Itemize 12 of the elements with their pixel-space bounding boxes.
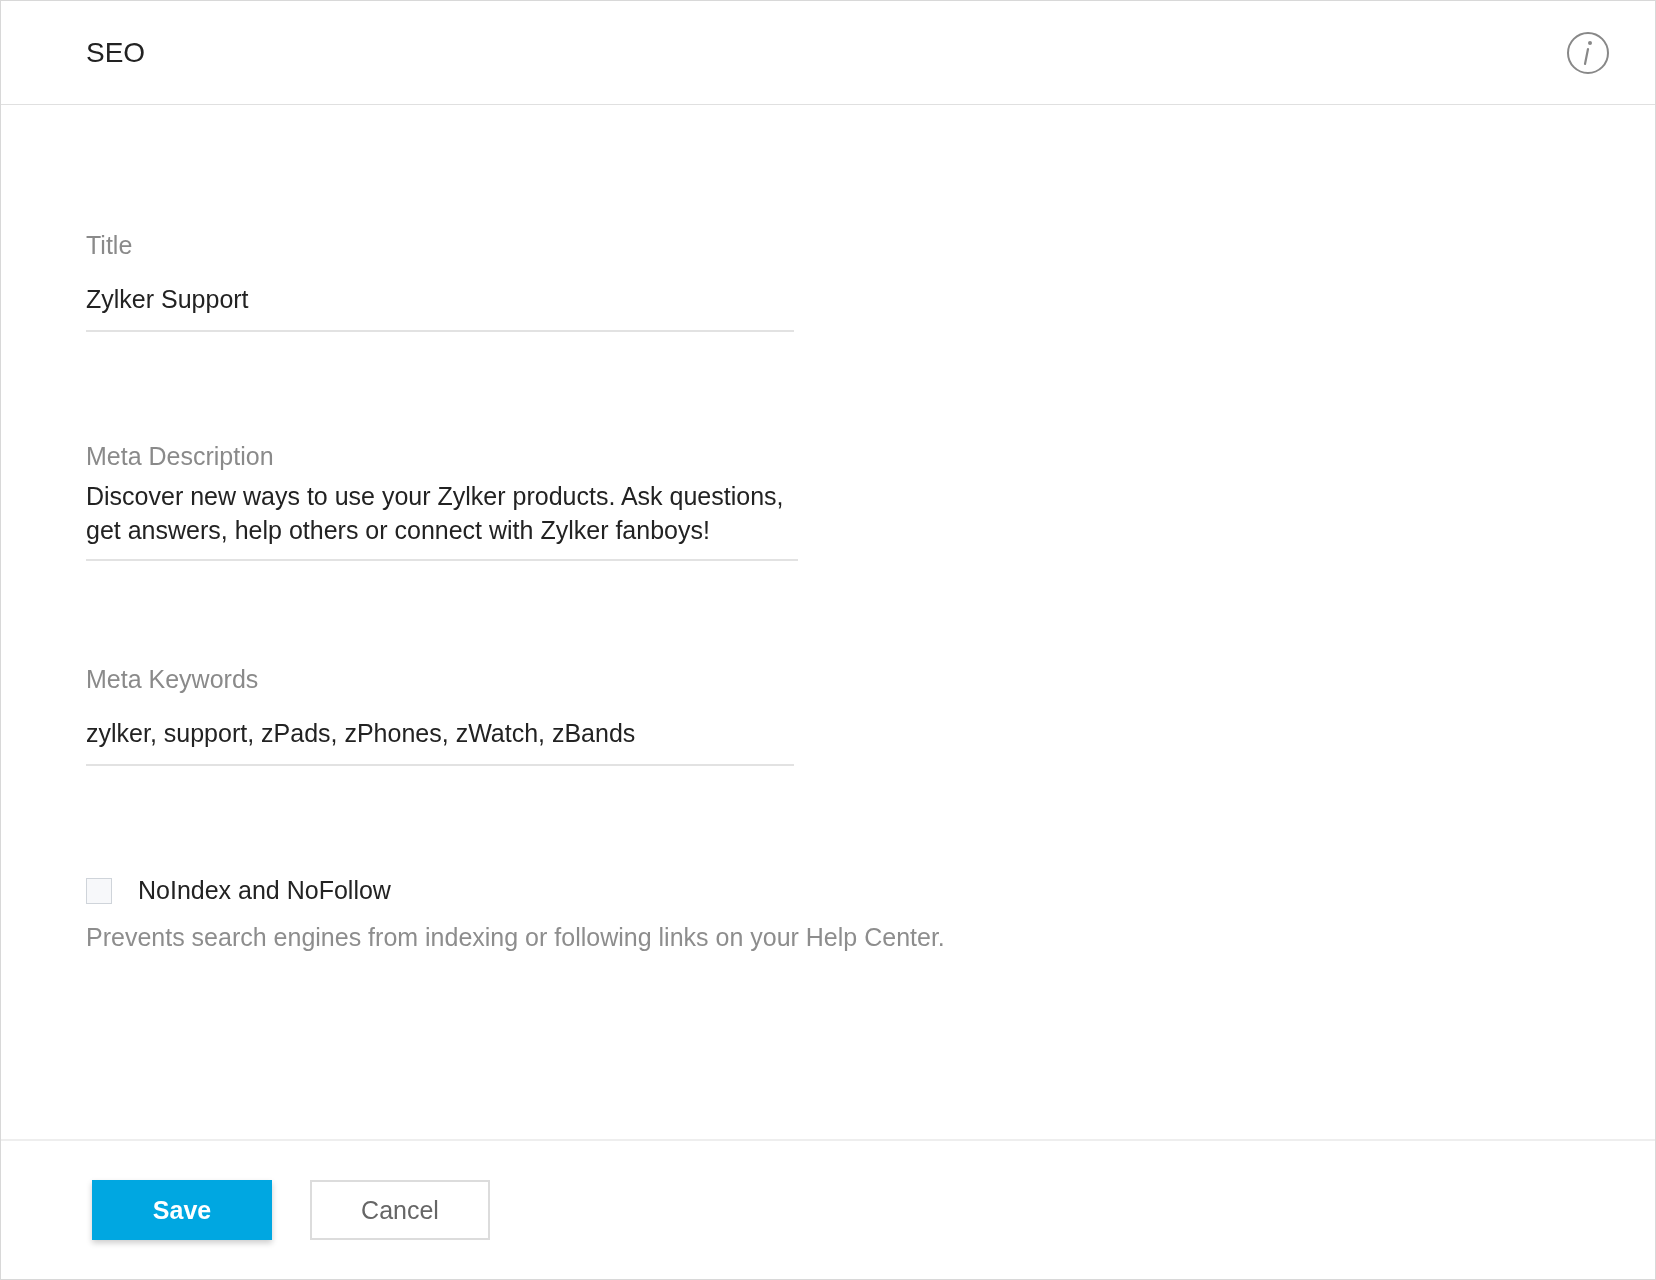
checkbox[interactable]	[86, 877, 112, 904]
field-label: Title	[86, 231, 133, 260]
cancel-button[interactable]: Cancel	[310, 1180, 490, 1240]
page-title: SEO	[86, 36, 146, 69]
field-label: Meta Description	[86, 442, 274, 471]
info-icon[interactable]	[1566, 30, 1610, 75]
help-text: Prevents search engines from indexing or following links on your Help Center.	[86, 923, 945, 952]
input-field[interactable]: zylker, support, zPads, zPhones, zWatch, zBands	[86, 694, 794, 766]
input-field[interactable]: Zylker Support	[86, 260, 794, 332]
input-field[interactable]: Discover new ways to use your Zylker products. Ask questions, get answers, help others or connect with Zylker fanboys!	[86, 471, 798, 561]
checkbox-label: NoIndex and NoFollow	[138, 876, 391, 905]
field-label: Meta Keywords	[86, 665, 259, 694]
